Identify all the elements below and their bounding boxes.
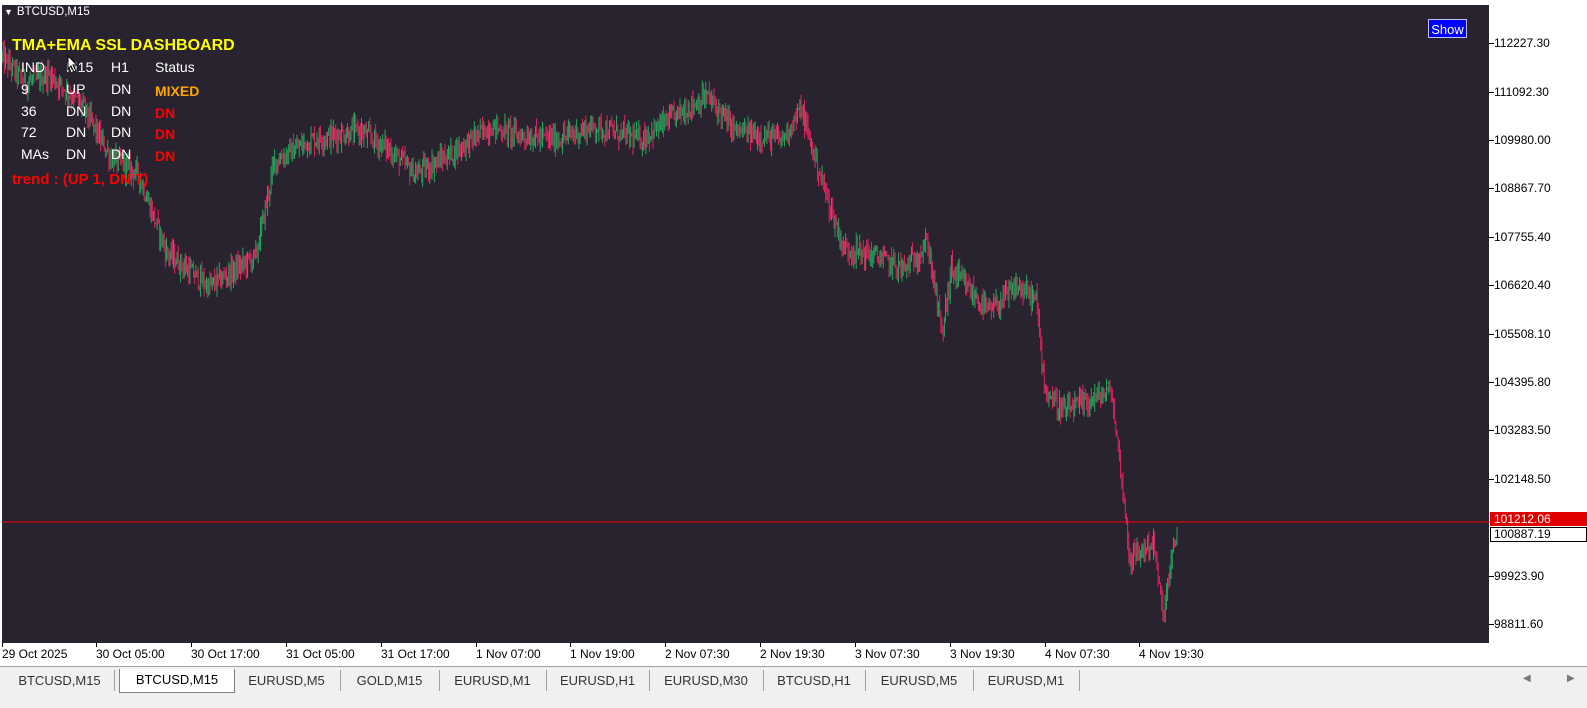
tab-active[interactable]: BTCUSD,M15 [119,669,235,693]
header-h1: H1 [111,59,129,75]
price-label: 99923.90 [1494,569,1545,583]
row-h1: DN [111,124,132,140]
price-label: 107755.40 [1494,230,1551,244]
time-label: 30 Oct 17:00 [191,647,260,661]
scroll-right-icon[interactable]: ▶ [1567,673,1575,684]
time-label: 29 Oct 2025 [2,647,68,661]
show-button[interactable]: Show [1428,19,1467,38]
chart-window[interactable]: ▼ BTCUSD,M15 Show TMA+EMA SSL DASHBOARD I… [0,0,1587,666]
time-label: 31 Oct 05:00 [286,647,355,661]
tab[interactable]: GOLD,M15 [340,670,440,691]
bid-price-label: 101212.06 [1490,512,1587,526]
trend-summary: trend : (UP 1, DN 7) [12,171,149,188]
price-label: 102148.50 [1494,472,1551,486]
time-label: 31 Oct 17:00 [381,647,450,661]
tab[interactable]: EURUSD,M1 [439,670,547,691]
price-label: 98811.60 [1494,617,1544,631]
tab[interactable]: BTCUSD,M15 [5,670,115,691]
price-label: 112227.30 [1494,36,1550,50]
chart-tabs-bar: BTCUSD,M15 BTCUSD,M15 EURUSD,M5 GOLD,M15 EUR… [0,666,1587,708]
time-label: 4 Nov 07:30 [1045,647,1110,661]
row-status: DN [155,126,176,142]
row-m15: UP [66,81,86,97]
tab[interactable]: EURUSD,M5 [865,670,974,691]
time-label: 1 Nov 19:00 [570,647,635,661]
price-label: 111092.30 [1494,85,1549,99]
tab[interactable]: EURUSD,M5 [233,670,341,691]
time-label: 2 Nov 07:30 [665,647,730,661]
time-label: 30 Oct 05:00 [96,647,165,661]
row-h1: DN [111,103,132,119]
time-label: 3 Nov 07:30 [855,647,920,661]
price-label: 105508.10 [1494,327,1551,341]
dropdown-triangle-icon[interactable]: ▼ [4,7,13,17]
row-status: DN [155,105,176,121]
row-m15: DN [66,103,87,119]
tab[interactable]: EURUSD,H1 [546,670,650,691]
price-label: 109980.00 [1494,133,1551,147]
time-label: 2 Nov 19:30 [760,647,825,661]
header-ind: IND [21,59,46,75]
tab[interactable]: BTCUSD,H1 [763,670,866,691]
tab[interactable]: EURUSD,M30 [649,670,764,691]
row-m15: DN [66,124,87,140]
price-axis[interactable]: 112227.30 111092.30 109980.00 108867.70 1077… [1489,5,1587,643]
row-h1: DN [111,146,132,162]
time-label: 1 Nov 07:00 [476,647,541,661]
ask-price-label: 100887.19 [1490,527,1587,542]
price-label: 106620.40 [1494,278,1551,292]
scroll-left-icon[interactable]: ◀ [1523,673,1531,684]
row-ind: MAs [21,146,49,162]
chart-window-title[interactable]: ▼ BTCUSD,M15 [4,6,90,18]
time-axis[interactable]: 29 Oct 2025 30 Oct 05:00 30 Oct 17:00 31 Oc… [0,643,1489,665]
candlestick-chart[interactable] [2,5,1489,643]
row-ind: 72 [21,124,37,140]
time-label: 4 Nov 19:30 [1139,647,1204,661]
price-label: 108867.70 [1494,181,1551,195]
chart-plot-area[interactable] [2,5,1489,643]
tab[interactable]: EURUSD,M1 [973,670,1080,691]
window-title-text: BTCUSD,M15 [16,6,90,18]
row-status: DN [155,148,176,164]
row-status: MIXED [155,83,200,99]
dashboard-title: TMA+EMA SSL DASHBOARD [12,37,235,54]
row-ind: 36 [21,103,37,119]
time-label: 3 Nov 19:30 [950,647,1015,661]
price-label: 103283.50 [1494,423,1551,437]
row-h1: DN [111,81,132,97]
price-label: 104395.80 [1494,375,1551,389]
mouse-cursor-icon [67,55,79,73]
header-status: Status [155,59,195,75]
row-m15: DN [66,146,87,162]
row-ind: 9 [21,81,29,97]
candles [2,39,1178,623]
